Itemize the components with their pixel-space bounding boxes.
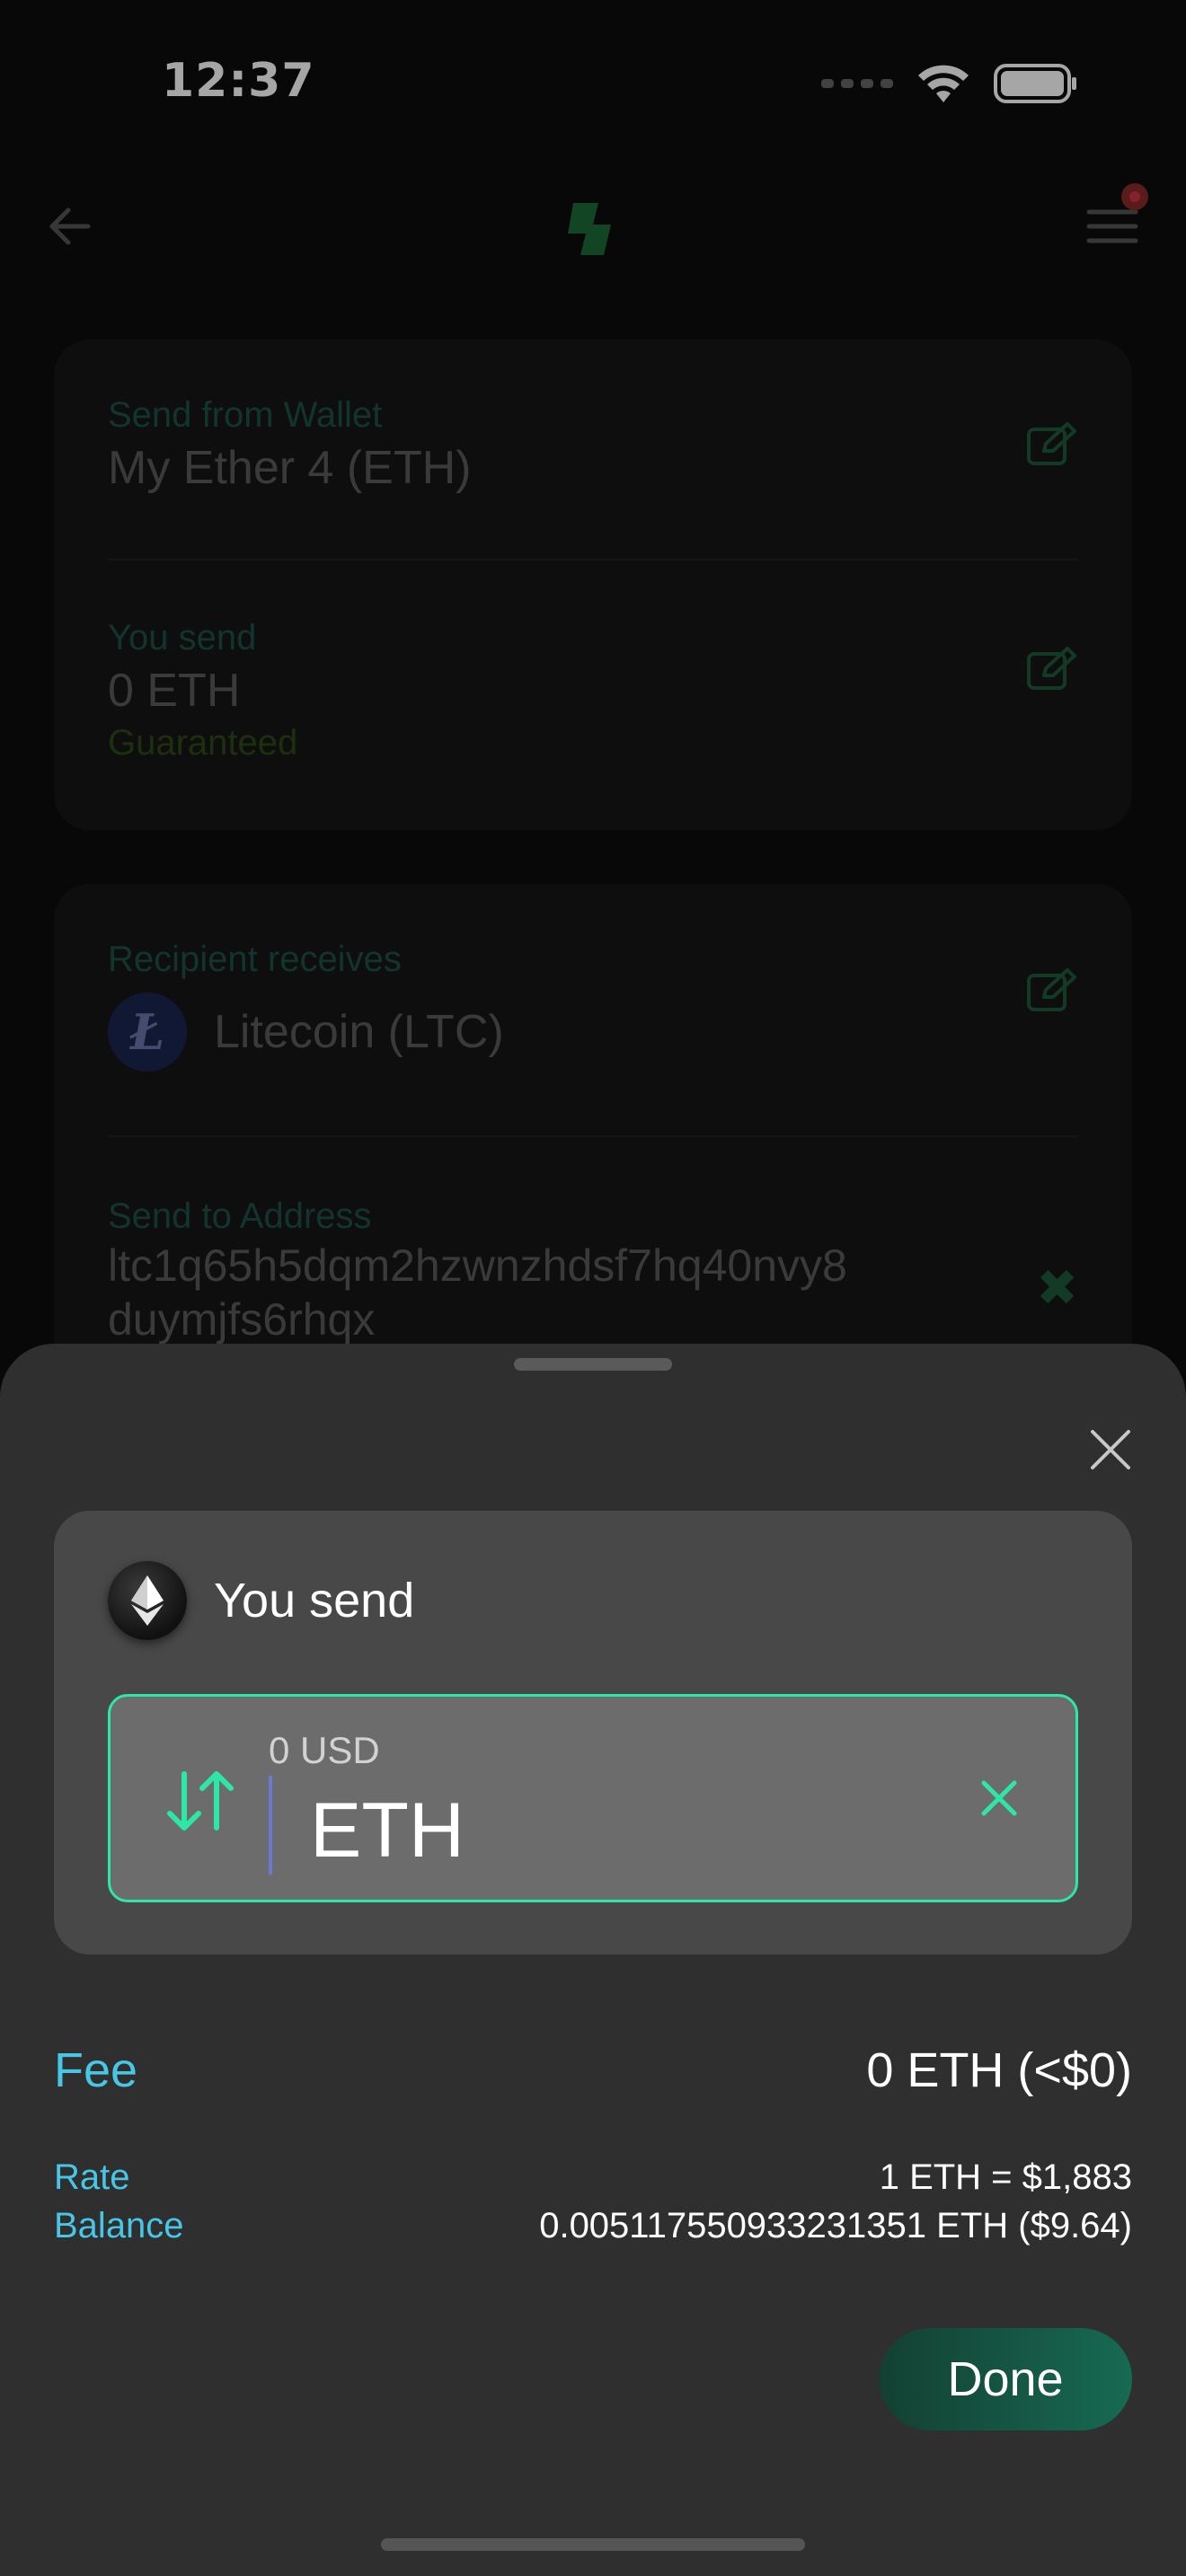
- rate-label: Rate: [54, 2157, 130, 2197]
- clear-amount-icon[interactable]: [977, 1776, 1022, 1821]
- home-indicator: [381, 2538, 805, 2551]
- amount-input[interactable]: ETH: [310, 1786, 465, 1875]
- ethereum-icon: [108, 1561, 187, 1640]
- amount-input-box[interactable]: 0 USD ETH: [108, 1694, 1078, 1902]
- you-send-title: You send: [214, 1574, 415, 1628]
- text-cursor: [269, 1776, 272, 1875]
- swap-currency-icon[interactable]: [164, 1769, 236, 1833]
- usd-equivalent: 0 USD: [269, 1729, 380, 1771]
- fee-label: Fee: [54, 2043, 138, 2097]
- balance-label: Balance: [54, 2206, 184, 2245]
- balance-value: 0.005117550933231351 ETH ($9.64): [539, 2206, 1132, 2245]
- close-icon[interactable]: [1085, 1425, 1136, 1475]
- you-send-card: You send 0 USD ETH: [54, 1511, 1132, 1954]
- fee-value: 0 ETH (<$0): [866, 2043, 1132, 2097]
- rate-balance-rows: Rate 1 ETH = $1,883 Balance 0.0051175509…: [54, 2157, 1132, 2256]
- you-send-header: You send: [108, 1561, 414, 1640]
- rate-value: 1 ETH = $1,883: [879, 2157, 1132, 2197]
- fee-row: Fee 0 ETH (<$0): [54, 2042, 1132, 2105]
- done-button[interactable]: Done: [879, 2328, 1132, 2430]
- sheet-grabber[interactable]: [514, 1358, 672, 1371]
- amount-bottom-sheet: You send 0 USD ETH Fee 0 ETH (<$0) Rate …: [0, 1344, 1186, 2576]
